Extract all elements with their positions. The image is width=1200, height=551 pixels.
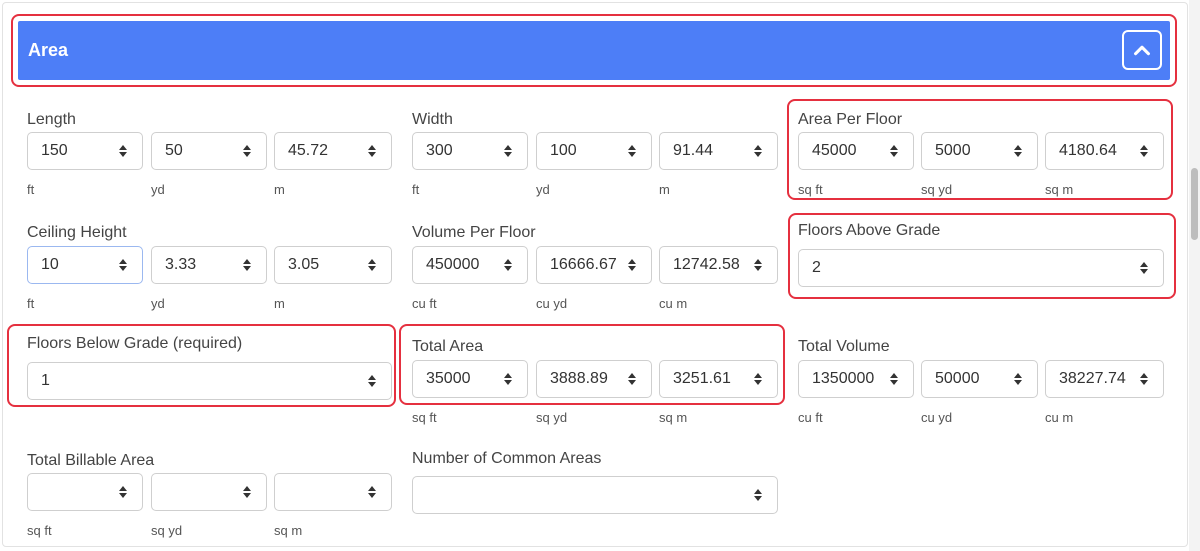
spinner-icon[interactable] [361, 474, 383, 510]
width-label: Width [412, 111, 453, 128]
area-per-floor-sqyd-input[interactable]: 5000 [921, 132, 1038, 170]
total-area-sqyd-input[interactable]: 3888.89 [536, 360, 652, 398]
spinner-icon[interactable] [747, 247, 769, 283]
spinner-icon[interactable] [236, 474, 258, 510]
volume-per-floor-label: Volume Per Floor [412, 224, 536, 241]
spinner-icon[interactable] [747, 477, 769, 513]
total-volume-cum-input[interactable]: 38227.74 [1045, 360, 1164, 398]
total-volume-cuyd-input[interactable]: 50000 [921, 360, 1038, 398]
unit-label: cu m [1045, 410, 1074, 425]
spinner-icon[interactable] [497, 361, 519, 397]
total-volume-label: Total Volume [798, 338, 890, 355]
unit-label: sq yd [921, 182, 953, 197]
unit-label: sq m [659, 410, 688, 425]
unit-label: sq yd [536, 410, 568, 425]
spinner-icon[interactable] [1133, 250, 1155, 286]
spinner-icon[interactable] [112, 133, 134, 169]
unit-label: ft [27, 182, 35, 197]
width-m-input[interactable]: 91.44 [659, 132, 778, 170]
spinner-icon[interactable] [1133, 361, 1155, 397]
length-yd-input[interactable]: 50 [151, 132, 267, 170]
unit-label: sq ft [798, 182, 823, 197]
number-of-common-areas-label: Number of Common Areas [412, 450, 602, 467]
total-volume-cuft-input[interactable]: 1350000 [798, 360, 914, 398]
header-highlight: Area [11, 14, 1177, 87]
floors-above-grade-label: Floors Above Grade [798, 222, 941, 239]
spinner-icon[interactable] [497, 133, 519, 169]
number-of-common-areas-input[interactable] [412, 476, 778, 514]
unit-label: ft [412, 182, 420, 197]
unit-label: cu m [659, 296, 688, 311]
unit-label: sq yd [151, 523, 183, 538]
total-area-sqft-input[interactable]: 35000 [412, 360, 528, 398]
unit-label: cu yd [921, 410, 953, 425]
spinner-icon[interactable] [621, 361, 643, 397]
unit-label: cu yd [536, 296, 568, 311]
spinner-icon[interactable] [747, 133, 769, 169]
area-per-floor-sqft-input[interactable]: 45000 [798, 132, 914, 170]
ceiling-height-label: Ceiling Height [27, 224, 127, 241]
unit-label: ft [27, 296, 35, 311]
unit-label: cu ft [412, 296, 437, 311]
length-ft-input[interactable]: 150 [27, 132, 143, 170]
unit-label: m [274, 296, 285, 311]
total-billable-sqyd-input[interactable] [151, 473, 267, 511]
spinner-icon[interactable] [236, 247, 258, 283]
spinner-icon[interactable] [236, 133, 258, 169]
unit-label: yd [536, 182, 550, 197]
unit-label: cu ft [798, 410, 823, 425]
length-label: Length [27, 111, 76, 128]
volume-per-floor-cum-input[interactable]: 12742.58 [659, 246, 778, 284]
spinner-icon[interactable] [621, 247, 643, 283]
spinner-icon[interactable] [747, 361, 769, 397]
volume-per-floor-cuyd-input[interactable]: 16666.67 [536, 246, 652, 284]
unit-label: m [659, 182, 670, 197]
spinner-icon[interactable] [497, 247, 519, 283]
spinner-icon[interactable] [883, 133, 905, 169]
unit-label: yd [151, 182, 165, 197]
spinner-icon[interactable] [112, 247, 134, 283]
ceiling-height-yd-input[interactable]: 3.33 [151, 246, 267, 284]
ceiling-height-m-input[interactable]: 3.05 [274, 246, 392, 284]
unit-label: m [274, 182, 285, 197]
unit-label: sq m [274, 523, 303, 538]
spinner-icon[interactable] [361, 133, 383, 169]
spinner-icon[interactable] [1007, 361, 1029, 397]
spinner-icon[interactable] [883, 361, 905, 397]
total-billable-area-label: Total Billable Area [27, 452, 155, 469]
spinner-icon[interactable] [361, 247, 383, 283]
spinner-icon[interactable] [1133, 133, 1155, 169]
scroll-thumb[interactable] [1191, 168, 1198, 240]
width-yd-input[interactable]: 100 [536, 132, 652, 170]
volume-per-floor-cuft-input[interactable]: 450000 [412, 246, 528, 284]
width-ft-input[interactable]: 300 [412, 132, 528, 170]
area-per-floor-sqm-input[interactable]: 4180.64 [1045, 132, 1164, 170]
unit-label: sq ft [27, 523, 52, 538]
total-area-sqm-input[interactable]: 3251.61 [659, 360, 778, 398]
total-billable-sqm-input[interactable] [274, 473, 392, 511]
vertical-scrollbar[interactable] [1189, 0, 1200, 551]
unit-label: sq m [1045, 182, 1074, 197]
unit-label: yd [151, 296, 165, 311]
collapse-button[interactable] [1122, 30, 1162, 70]
unit-label: sq ft [412, 410, 437, 425]
floors-below-grade-label: Floors Below Grade (required) [27, 335, 243, 352]
ceiling-height-ft-input[interactable]: 10 [27, 246, 143, 284]
area-per-floor-label: Area Per Floor [798, 111, 903, 128]
section-title: Area [28, 40, 69, 60]
section-header[interactable]: Area [18, 21, 1170, 80]
spinner-icon[interactable] [1007, 133, 1029, 169]
spinner-icon[interactable] [621, 133, 643, 169]
total-area-label: Total Area [412, 338, 484, 355]
floors-above-grade-input[interactable]: 2 [798, 249, 1164, 287]
spinner-icon[interactable] [361, 363, 383, 399]
length-m-input[interactable]: 45.72 [274, 132, 392, 170]
spinner-icon[interactable] [112, 474, 134, 510]
total-billable-sqft-input[interactable] [27, 473, 143, 511]
chevron-up-icon [1134, 45, 1150, 56]
floors-below-grade-input[interactable]: 1 [27, 362, 392, 400]
